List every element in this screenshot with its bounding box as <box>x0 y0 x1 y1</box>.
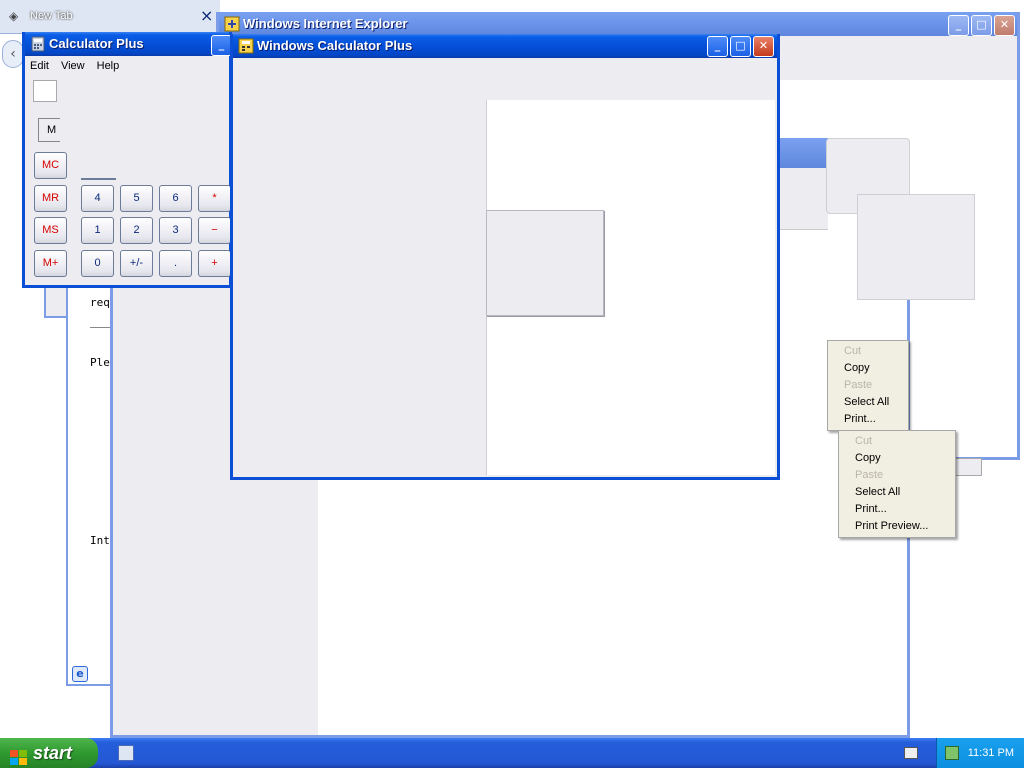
ms-button[interactable]: MS <box>34 217 67 244</box>
doc-text-req2: req <box>90 296 110 309</box>
start-button[interactable]: start <box>0 738 98 768</box>
ie-title-text: Windows Internet Explorer <box>243 16 408 31</box>
calc-plus-menubar: Edit View Help <box>30 60 131 72</box>
background-tab-strip: ◈ New Tab × <box>0 0 220 34</box>
ie-tab-icon: ◈ <box>9 9 19 23</box>
system-tray: 11:31 PM <box>936 738 1024 768</box>
memory-indicator-box <box>33 80 57 102</box>
mc-button[interactable]: MC <box>34 152 67 179</box>
ie-maximize-button[interactable]: □ <box>971 15 992 36</box>
calc-plus-minimize-button[interactable]: _ <box>211 35 232 56</box>
digit-5-button[interactable]: 5 <box>120 185 153 212</box>
digit-6-button[interactable]: 6 <box>159 185 192 212</box>
ctx2-select-all[interactable]: Select All <box>839 484 955 501</box>
ctx2-copy[interactable]: Copy <box>839 450 955 467</box>
multiply-button[interactable]: * <box>198 185 231 212</box>
memory-label: M <box>47 124 57 136</box>
start-label: start <box>33 743 73 763</box>
new-tab-label[interactable]: New Tab <box>30 10 73 22</box>
taskbar: start 11:31 PM <box>0 738 1024 768</box>
keyboard-tray-icon[interactable] <box>904 747 918 759</box>
m-plus-button[interactable]: M+ <box>34 250 67 277</box>
calc-plus-title-bar[interactable]: Calculator Plus <box>25 32 229 56</box>
ctx2-print-preview[interactable]: Print Preview... <box>839 518 955 535</box>
calculator-plus-window: Calculator Plus _ Edit View Help M MC MR M… <box>22 32 232 288</box>
quick-launch-icon[interactable] <box>118 745 134 761</box>
calculator-icon <box>30 36 46 52</box>
calc-main-title-text: Windows Calculator Plus <box>257 38 413 53</box>
calc-main-close-button[interactable]: ✕ <box>753 36 774 57</box>
inactive-dialog-body <box>778 168 828 230</box>
ctx1-paste: Paste <box>844 379 873 391</box>
clock: 11:31 PM <box>967 747 1014 759</box>
add-button[interactable]: + <box>198 250 231 277</box>
ctx2-cut: Cut <box>855 435 873 447</box>
context-menu-2: Cut Copy Paste Select All Print... Print… <box>838 430 956 538</box>
mr-button[interactable]: MR <box>34 185 67 212</box>
digit-1-button[interactable]: 1 <box>81 217 114 244</box>
calc-main-maximize-button[interactable]: □ <box>730 36 751 57</box>
digit-4-button[interactable]: 4 <box>81 185 114 212</box>
background-document-window: Plea Inte req e <box>66 280 117 686</box>
network-tray-icon[interactable] <box>945 746 959 760</box>
ctx2-print[interactable]: Print... <box>839 501 955 518</box>
ctx2-paste: Paste <box>855 469 884 481</box>
menu-view[interactable]: View <box>61 60 85 72</box>
windows-logo-icon <box>10 745 28 765</box>
calc-main-app-icon <box>238 38 254 54</box>
ctx1-print[interactable]: Print... <box>828 411 908 428</box>
subtract-button[interactable]: − <box>198 217 231 244</box>
calc-main-gray-box <box>486 210 604 316</box>
memory-label-box: M <box>38 118 60 142</box>
ctx1-cut: Cut <box>844 345 862 357</box>
decimal-button[interactable]: . <box>159 250 192 277</box>
menu-edit[interactable]: Edit <box>30 60 49 72</box>
inactive-dialog-header <box>778 138 828 168</box>
ie-minimize-button[interactable]: _ <box>948 15 969 36</box>
sign-toggle-button[interactable]: +/- <box>120 250 153 277</box>
back-button[interactable]: ‹ <box>2 40 24 68</box>
doc-separator <box>90 327 112 328</box>
ctx1-copy[interactable]: Copy <box>828 360 908 377</box>
calc-main-title-bar[interactable]: Windows Calculator Plus <box>233 34 777 58</box>
windows-calculator-plus-window: Windows Calculator Plus _ □ ✕ <box>230 34 780 480</box>
calc-plus-title-text: Calculator Plus <box>49 36 144 51</box>
ie-app-icon <box>224 16 240 32</box>
calc-main-minimize-button[interactable]: _ <box>707 36 728 57</box>
hidden-button-edge <box>81 152 116 180</box>
ie-close-button[interactable]: ✕ <box>994 15 1015 36</box>
inactive-gray-box-2 <box>857 194 975 300</box>
digit-3-button[interactable]: 3 <box>159 217 192 244</box>
menu-help[interactable]: Help <box>97 60 120 72</box>
ie-status-icon: e <box>72 666 88 682</box>
background-button-edge <box>952 458 982 476</box>
close-tab-icon[interactable]: × <box>200 6 213 25</box>
context-menu-1: Cut Copy Paste Select All Print... <box>827 340 909 431</box>
digit-2-button[interactable]: 2 <box>120 217 153 244</box>
digit-0-button[interactable]: 0 <box>81 250 114 277</box>
ctx1-select-all[interactable]: Select All <box>828 394 908 411</box>
ie-title-bar[interactable]: Windows Internet Explorer <box>219 12 1017 36</box>
